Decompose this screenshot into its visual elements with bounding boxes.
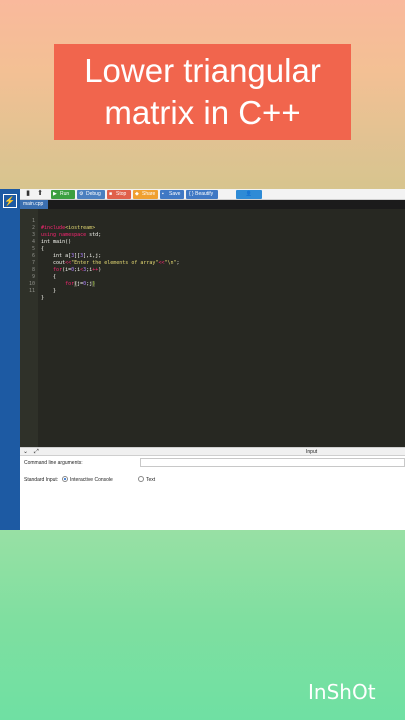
save-icon: ▪	[162, 191, 164, 197]
title-line-2: matrix in C++	[104, 94, 301, 131]
code-line: 5 int a[3][3],i,j;	[31, 246, 102, 259]
play-icon: ▶	[53, 191, 57, 197]
interactive-console-label: Interactive Console	[70, 477, 113, 483]
code-line: 6 cout<<"Enter the elements of array"<<"…	[31, 253, 180, 266]
file-tab-bar: main.cpp	[20, 200, 405, 209]
code-line: 11 }	[28, 288, 45, 301]
text-label: Text	[146, 477, 156, 483]
share-button[interactable]: ◆ Share	[133, 190, 158, 199]
code-line: 1 #include<iostream>	[31, 218, 96, 231]
bug-icon: ⚙	[79, 191, 84, 197]
stdin-label: Standard Input:	[24, 477, 59, 483]
share-icon: ◆	[135, 191, 139, 197]
stop-button[interactable]: ■ Stop	[107, 190, 131, 199]
cmd-args-label: Command line arguments:	[24, 460, 83, 466]
user-icon: 👤	[245, 191, 253, 197]
io-panel: ⌄ ⤢ Input Command line arguments: Standa…	[20, 447, 405, 530]
run-button[interactable]: ▶ Run	[51, 190, 75, 199]
user-button[interactable]: 👤	[236, 190, 262, 199]
stop-icon: ■	[109, 191, 113, 197]
code-line: 7 for(i=0;i<3;i++)	[31, 260, 102, 273]
lightning-icon[interactable]: ⚡	[3, 194, 17, 208]
chevron-down-icon[interactable]: ⌄	[23, 448, 28, 456]
inshot-watermark: InShOt	[308, 680, 376, 704]
io-panel-bar: ⌄ ⤢ Input	[20, 447, 405, 456]
code-line: 9 for(j=0;j)	[31, 274, 96, 287]
upload-icon[interactable]: ⬆	[36, 190, 44, 198]
text-radio[interactable]	[138, 476, 144, 482]
code-line: 3 int main()	[31, 232, 72, 245]
code-line: 4 {	[31, 239, 45, 252]
interactive-console-radio[interactable]	[62, 476, 68, 482]
code-line: 10 }	[28, 281, 57, 294]
code-line: 2 using namespace std;	[31, 225, 102, 238]
cmd-args-input[interactable]	[140, 458, 405, 467]
code-line: 8 {	[31, 267, 57, 280]
online-ide: ⚡ ▮ ⬆ ▶ Run ⚙ Debug ■ Stop ◆ Share ▪ Save { }…	[0, 189, 405, 530]
input-tab[interactable]: Input	[306, 448, 317, 456]
expand-icon[interactable]: ⤢	[34, 448, 39, 456]
code-editor[interactable]: 1 #include<iostream> 2 using namespace s…	[20, 209, 405, 447]
save-button[interactable]: ▪ Save	[160, 190, 184, 199]
left-sidebar: ⚡	[0, 189, 20, 530]
title-line-1: Lower triangular	[84, 52, 321, 89]
toolbar: ▮ ⬆ ▶ Run ⚙ Debug ■ Stop ◆ Share ▪ Save { } B…	[20, 189, 405, 200]
debug-button[interactable]: ⚙ Debug	[77, 190, 105, 199]
file-icon[interactable]: ▮	[24, 190, 32, 198]
beautify-button[interactable]: { } Beautify	[186, 190, 218, 199]
file-tab-main[interactable]: main.cpp	[20, 200, 48, 209]
video-title-overlay: Lower triangular matrix in C++	[54, 44, 351, 140]
